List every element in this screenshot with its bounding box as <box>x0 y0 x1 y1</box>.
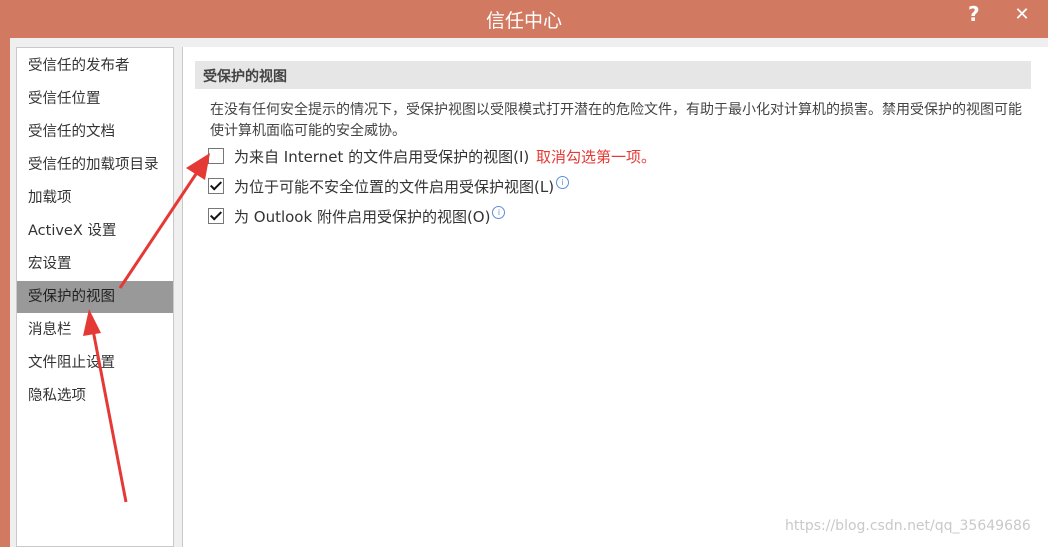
arrow-head-to-checkbox <box>186 153 210 180</box>
arrow-line-to-sidebar-item <box>91 329 128 503</box>
watermark: https://blog.csdn.net/qq_35649686 <box>785 518 1031 534</box>
arrow-head-to-sidebar-item <box>83 309 101 336</box>
annotation-arrows <box>83 153 210 503</box>
arrow-line-to-checkbox <box>118 167 202 289</box>
